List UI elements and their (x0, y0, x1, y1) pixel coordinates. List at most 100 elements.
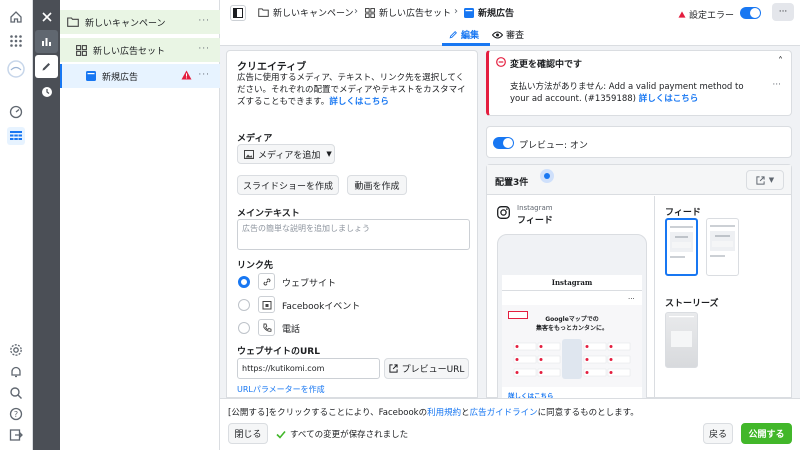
preview-platform: Instagram (517, 204, 553, 212)
chevron-up-icon[interactable]: ˄ (778, 56, 783, 67)
publish-button[interactable]: 公開する (741, 423, 792, 444)
adset-grid-icon (76, 44, 87, 56)
alert-learn-more-link[interactable]: 詳しくはこちら (639, 94, 699, 104)
warning-icon (678, 11, 686, 18)
more-options-icon[interactable]: ··· (198, 44, 210, 54)
placement-thumbnail-feed-1[interactable] (665, 218, 698, 276)
instagram-logo-icon (497, 206, 510, 219)
error-circle-icon (496, 57, 506, 67)
search-icon[interactable] (7, 384, 25, 402)
editor-top-bar: 新しいキャンペーン › 新しい広告セット › 新規広告 設定エラー ··· 編集… (220, 0, 800, 46)
close-button[interactable]: 閉じる (228, 423, 268, 444)
open-preview-button[interactable]: ▼ (746, 170, 784, 190)
instagram-post: Instagram ··· Googleマップでの 集客をもっとカンタンに。 詳… (502, 275, 642, 400)
tree-item-label: 新しい広告セット (93, 46, 166, 57)
save-status: すべての変更が保存されました (276, 428, 408, 440)
placements-count: 配置3件 (495, 178, 529, 188)
phone-icon (258, 319, 275, 336)
create-slideshow-button[interactable]: スライドショーを作成 (237, 175, 339, 195)
setup-error-indicator[interactable]: 設定エラー (678, 8, 734, 21)
preview-url-button[interactable]: プレビューURL (384, 358, 469, 379)
preview-toggle-card: プレビュー: オン (486, 126, 792, 158)
dashboard-gauge-icon[interactable] (7, 103, 25, 121)
ads-manager-table-icon[interactable] (7, 127, 25, 145)
svg-text:?: ? (14, 410, 18, 419)
destination-event-radio[interactable] (238, 299, 250, 311)
image-icon (244, 149, 254, 159)
placement-thumbnail-feed-2[interactable] (706, 218, 739, 276)
breadcrumb-adset[interactable]: 新しい広告セット (365, 6, 451, 19)
warning-icon (181, 70, 192, 80)
external-link-icon (756, 175, 765, 185)
preview-toggle-label: プレビュー: オン (519, 141, 588, 151)
breadcrumb-separator: › (454, 6, 458, 17)
destination-website-radio[interactable] (238, 276, 250, 288)
settings-gear-icon[interactable] (7, 341, 25, 359)
publish-toggle[interactable] (740, 7, 761, 19)
placement-thumbnail-stories[interactable] (665, 312, 698, 368)
loading-indicator (540, 169, 554, 183)
stories-section-label: ストーリーズ (665, 299, 719, 309)
terms-link[interactable]: 利用規約 (427, 408, 461, 418)
more-options-button[interactable]: ··· (772, 3, 794, 21)
alert-title: 変更を確認中です (510, 60, 583, 70)
caret-down-icon: ▼ (768, 176, 775, 184)
learn-more-link[interactable]: 詳しくはこちら (329, 97, 389, 107)
url-parameters-link[interactable]: URLパラメーターを作成 (237, 384, 325, 395)
event-calendar-icon (258, 296, 275, 313)
eye-icon (492, 31, 503, 38)
home-icon[interactable] (7, 8, 25, 26)
main-text-input[interactable]: 広告の簡単な説明を追加しましょう (237, 219, 470, 250)
tab-edit[interactable]: 編集 (449, 28, 479, 41)
link-icon (258, 273, 275, 290)
account-avatar[interactable] (7, 60, 25, 78)
creative-title: クリエイティブ (237, 62, 307, 73)
chart-icon[interactable] (35, 30, 58, 53)
creative-description: 広告に使用するメディア、テキスト、リンク先を選択してください。それぞれの配置でメ… (237, 73, 466, 107)
breadcrumb-separator: › (354, 6, 358, 17)
preview-placement: フィード (517, 216, 553, 226)
more-options-icon: ··· (628, 295, 635, 303)
toggle-sidebar-icon[interactable] (230, 5, 246, 21)
more-options-icon[interactable]: ··· (198, 16, 210, 26)
tree-item-label: 新規広告 (102, 72, 139, 83)
tree-item-campaign[interactable]: 新しいキャンペーン ··· (60, 10, 220, 34)
global-nav-rail: ? (0, 0, 33, 450)
ad-illustration (512, 337, 632, 381)
website-url-label: ウェブサイトのURL (237, 347, 320, 357)
adset-grid-icon (365, 7, 375, 18)
tree-item-ad[interactable]: 新規広告 ··· (60, 64, 220, 88)
more-options-icon[interactable]: ··· (198, 70, 210, 80)
breadcrumb-label: 新しい広告セット (379, 9, 452, 19)
history-clock-icon[interactable] (35, 80, 58, 103)
back-button[interactable]: 戻る (703, 423, 733, 444)
edit-pencil-icon[interactable] (35, 55, 58, 78)
tab-review[interactable]: 審査 (492, 28, 524, 41)
check-icon (276, 430, 286, 439)
ad-guidelines-link[interactable]: 広告ガイドライン (470, 408, 538, 418)
apps-grid-icon[interactable] (7, 32, 25, 50)
add-media-button[interactable]: メディアを追加 ▼ (237, 144, 335, 164)
website-url-input[interactable]: https://kutikomi.com (237, 358, 380, 379)
destination-phone-label: 電話 (282, 325, 301, 335)
caret-down-icon: ▼ (326, 150, 332, 158)
editor-tool-strip (33, 0, 60, 450)
breadcrumb-label: 新しいキャンペーン (273, 9, 354, 19)
feed-preview-column: Instagram フィード Instagram ··· Googleマップでの… (487, 196, 655, 400)
more-options-icon[interactable]: ··· (772, 80, 781, 90)
breadcrumb-campaign[interactable]: 新しいキャンペーン (258, 6, 354, 19)
tree-item-adset[interactable]: 新しい広告セット ··· (60, 38, 220, 62)
ad-icon (464, 7, 474, 18)
tree-item-label: 新しいキャンペーン (85, 18, 166, 29)
help-icon[interactable]: ? (7, 405, 25, 423)
destination-phone-radio[interactable] (238, 322, 250, 334)
create-video-button[interactable]: 動画を作成 (347, 175, 407, 195)
preview-toggle[interactable] (493, 137, 514, 149)
close-icon[interactable] (35, 5, 58, 28)
breadcrumb-ad[interactable]: 新規広告 (464, 6, 514, 19)
preview-panel: 配置3件 ▼ Instagram フィード Instagram ··· Goog… (486, 164, 792, 400)
report-export-icon[interactable] (7, 426, 25, 444)
feed-section-label: フィード (665, 208, 701, 218)
notifications-bell-icon[interactable] (7, 363, 25, 381)
creative-panel: クリエイティブ 広告に使用するメディア、テキスト、リンク先を選択してください。そ… (226, 50, 478, 398)
